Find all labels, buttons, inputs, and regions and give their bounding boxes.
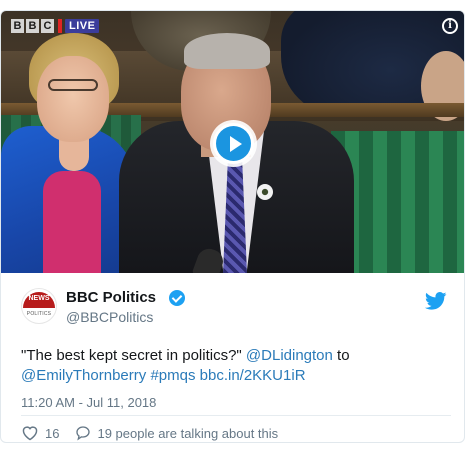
video-woman-top bbox=[43, 171, 101, 273]
avatar[interactable]: NEWS POLITICS bbox=[21, 288, 57, 324]
conversation-icon[interactable] bbox=[75, 425, 91, 441]
like-count[interactable]: 16 bbox=[45, 426, 59, 441]
url-link[interactable]: bbc.in/2KKU1iR bbox=[200, 367, 306, 384]
play-button[interactable] bbox=[213, 123, 254, 164]
live-badge: LIVE bbox=[57, 19, 100, 33]
conversation-text[interactable]: 19 people are talking about this bbox=[97, 426, 278, 441]
tweet-timestamp[interactable]: 11:20 AM - Jul 11, 2018 bbox=[21, 395, 156, 410]
hashtag-link[interactable]: #pmqs bbox=[150, 367, 195, 384]
avatar-news-text: NEWS bbox=[28, 295, 50, 302]
tweet-actions: 16 19 people are talking about this bbox=[21, 423, 278, 442]
mention-link[interactable]: @DLidington bbox=[246, 347, 333, 364]
divider bbox=[21, 415, 451, 416]
author-handle[interactable]: @BBCPolitics bbox=[66, 309, 153, 325]
tweet-text: "The best kept secret in politics?" @DLi… bbox=[21, 346, 451, 386]
video-player[interactable]: B B C LIVE i bbox=[1, 11, 464, 273]
bbc-logo-letter: C bbox=[41, 19, 54, 33]
bbc-channel-logo: B B C bbox=[11, 19, 54, 33]
video-woman-face bbox=[37, 56, 109, 142]
author-display-name[interactable]: BBC Politics bbox=[66, 289, 156, 306]
video-man-flower bbox=[257, 184, 273, 200]
play-icon bbox=[230, 136, 242, 152]
avatar-subtitle: POLITICS bbox=[26, 311, 52, 317]
twitter-bird-icon[interactable] bbox=[425, 292, 447, 310]
heart-icon[interactable] bbox=[21, 425, 39, 441]
tweet-text-part: "The best kept secret in politics?" bbox=[21, 347, 246, 364]
play-button-circle bbox=[216, 126, 251, 161]
embedded-tweet-card: B B C LIVE i NEWS POLITICS BBC Politics … bbox=[0, 10, 465, 443]
video-man-hair bbox=[184, 33, 270, 69]
bbc-logo-letter: B bbox=[11, 19, 24, 33]
video-woman-glasses bbox=[48, 79, 98, 91]
bbc-logo-letter: B bbox=[26, 19, 39, 33]
tweet-author: NEWS POLITICS BBC Politics @BBCPolitics bbox=[21, 287, 451, 327]
verified-badge-icon bbox=[169, 290, 185, 306]
mention-link[interactable]: @EmilyThornberry bbox=[21, 367, 146, 384]
info-icon[interactable]: i bbox=[442, 18, 458, 34]
tweet-text-part: to bbox=[332, 347, 350, 364]
